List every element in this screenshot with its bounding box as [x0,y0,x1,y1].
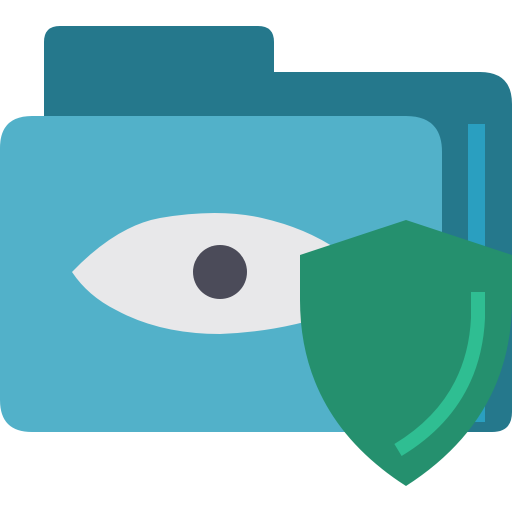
private-folder-graphic [0,26,512,486]
private-folder-icon [0,0,512,512]
eye-pupil [193,245,247,299]
shield-icon [300,220,512,486]
